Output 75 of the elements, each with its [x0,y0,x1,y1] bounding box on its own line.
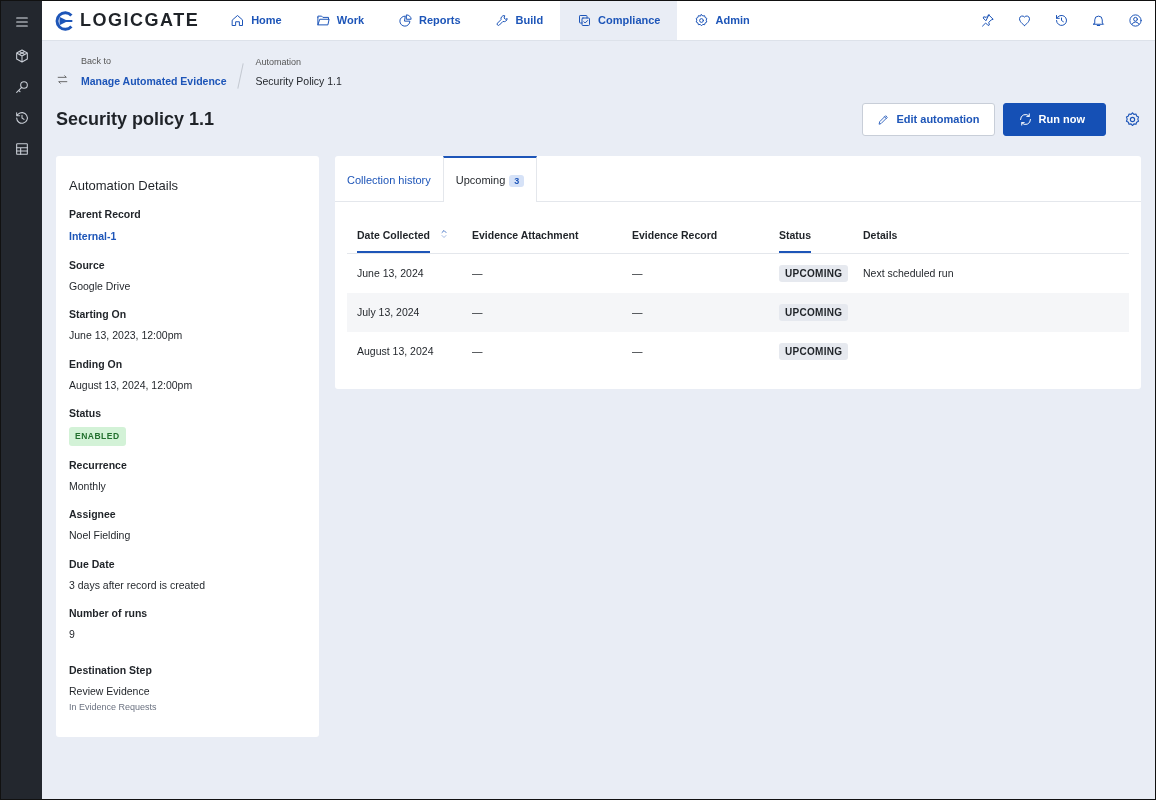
field-label: Parent Record [69,207,142,223]
field-label: Assignee [69,507,117,523]
home-icon [230,13,246,28]
tab[interactable]: Collection history [335,155,443,202]
status-badge: ENABLED [69,427,126,446]
back-label: Back to [81,55,112,68]
field-value: Noel Fielding [69,528,132,544]
nav-tab[interactable]: Admin [677,1,767,40]
brand-name: LOGICGATE [80,9,200,32]
wrench-icon [494,13,510,28]
status-badge: UPCOMING [779,264,849,282]
nav-tab[interactable]: Compliance [560,1,678,40]
folder-icon [315,13,331,28]
field-label: Number of runs [69,606,149,622]
copy-check-icon [577,13,593,28]
swap-icon [56,73,69,87]
field-label: Source [69,257,106,273]
table-icon[interactable] [13,141,30,157]
status-badge: UPCOMING [779,342,849,360]
table-cell: — [632,266,643,279]
table-cell: — [472,344,483,357]
field-value: Monthly [69,478,107,494]
settings-icon[interactable] [1124,111,1141,128]
field-value: 3 days after record is created [69,577,206,593]
date-cell: June 13, 2024 [357,266,424,279]
pencil-icon [877,113,891,126]
field-label: Destination Step [69,662,153,678]
bell-icon[interactable] [1091,13,1106,28]
pin-icon[interactable] [980,13,995,28]
table-cell: — [472,266,483,279]
edit-button[interactable]: Edit automation [862,103,995,136]
breadcrumb-section: Automation [255,56,342,70]
field-label: Recurrence [69,457,128,473]
key-icon[interactable] [13,79,30,95]
status-badge: UPCOMING [779,303,849,321]
field-label: Status [69,406,103,422]
nav-tab[interactable]: Reports [381,1,478,40]
refresh-icon [1017,112,1033,127]
page-title: Security policy 1.1 [56,108,215,131]
field-value: June 13, 2023, 12:00pm [69,328,184,344]
column-header[interactable]: Date Collected [357,228,430,253]
heart-icon[interactable] [1017,13,1032,28]
user-icon[interactable] [1128,13,1143,28]
table-cell: — [632,305,643,318]
field-label: Ending On [69,356,124,372]
column-header[interactable]: Evidence Attachment [472,228,579,253]
nav-tab[interactable]: Work [298,1,382,40]
field-label: Starting On [69,307,128,323]
nav-tab[interactable]: Home [213,1,299,40]
column-header[interactable]: Details [863,228,898,253]
settings-icon [694,13,710,28]
column-header[interactable]: Status [779,228,812,253]
cube-icon[interactable] [13,48,30,64]
pie-chart-icon [398,13,414,28]
card-title: Automation Details [69,177,180,194]
table-cell: — [632,344,643,357]
date-cell: July 13, 2024 [357,305,420,318]
date-cell: August 13, 2024 [357,344,434,357]
column-header[interactable]: Evidence Record [632,228,718,253]
field-value: 9 [69,627,76,643]
history-icon[interactable] [13,110,30,126]
run-now-button[interactable]: Run now [1002,103,1106,136]
breadcrumb-current: Security Policy 1.1 [255,73,342,89]
back-link[interactable]: Manage Automated Evidence [81,74,227,87]
history-icon[interactable] [1054,13,1069,28]
field-label: Due Date [69,556,116,572]
tab[interactable]: Upcoming 3 [442,155,538,203]
table-cell: — [472,305,483,318]
field-note: In Evidence Requests [69,701,158,715]
field-value: Google Drive [69,278,132,294]
nav-tab[interactable]: Build [477,1,561,40]
field-value: Review Evidence [69,683,151,699]
field-value: August 13, 2024, 12:00pm [69,377,194,393]
details-cell: Next scheduled run [863,266,954,279]
record-link[interactable]: Internal-1 [69,229,117,245]
